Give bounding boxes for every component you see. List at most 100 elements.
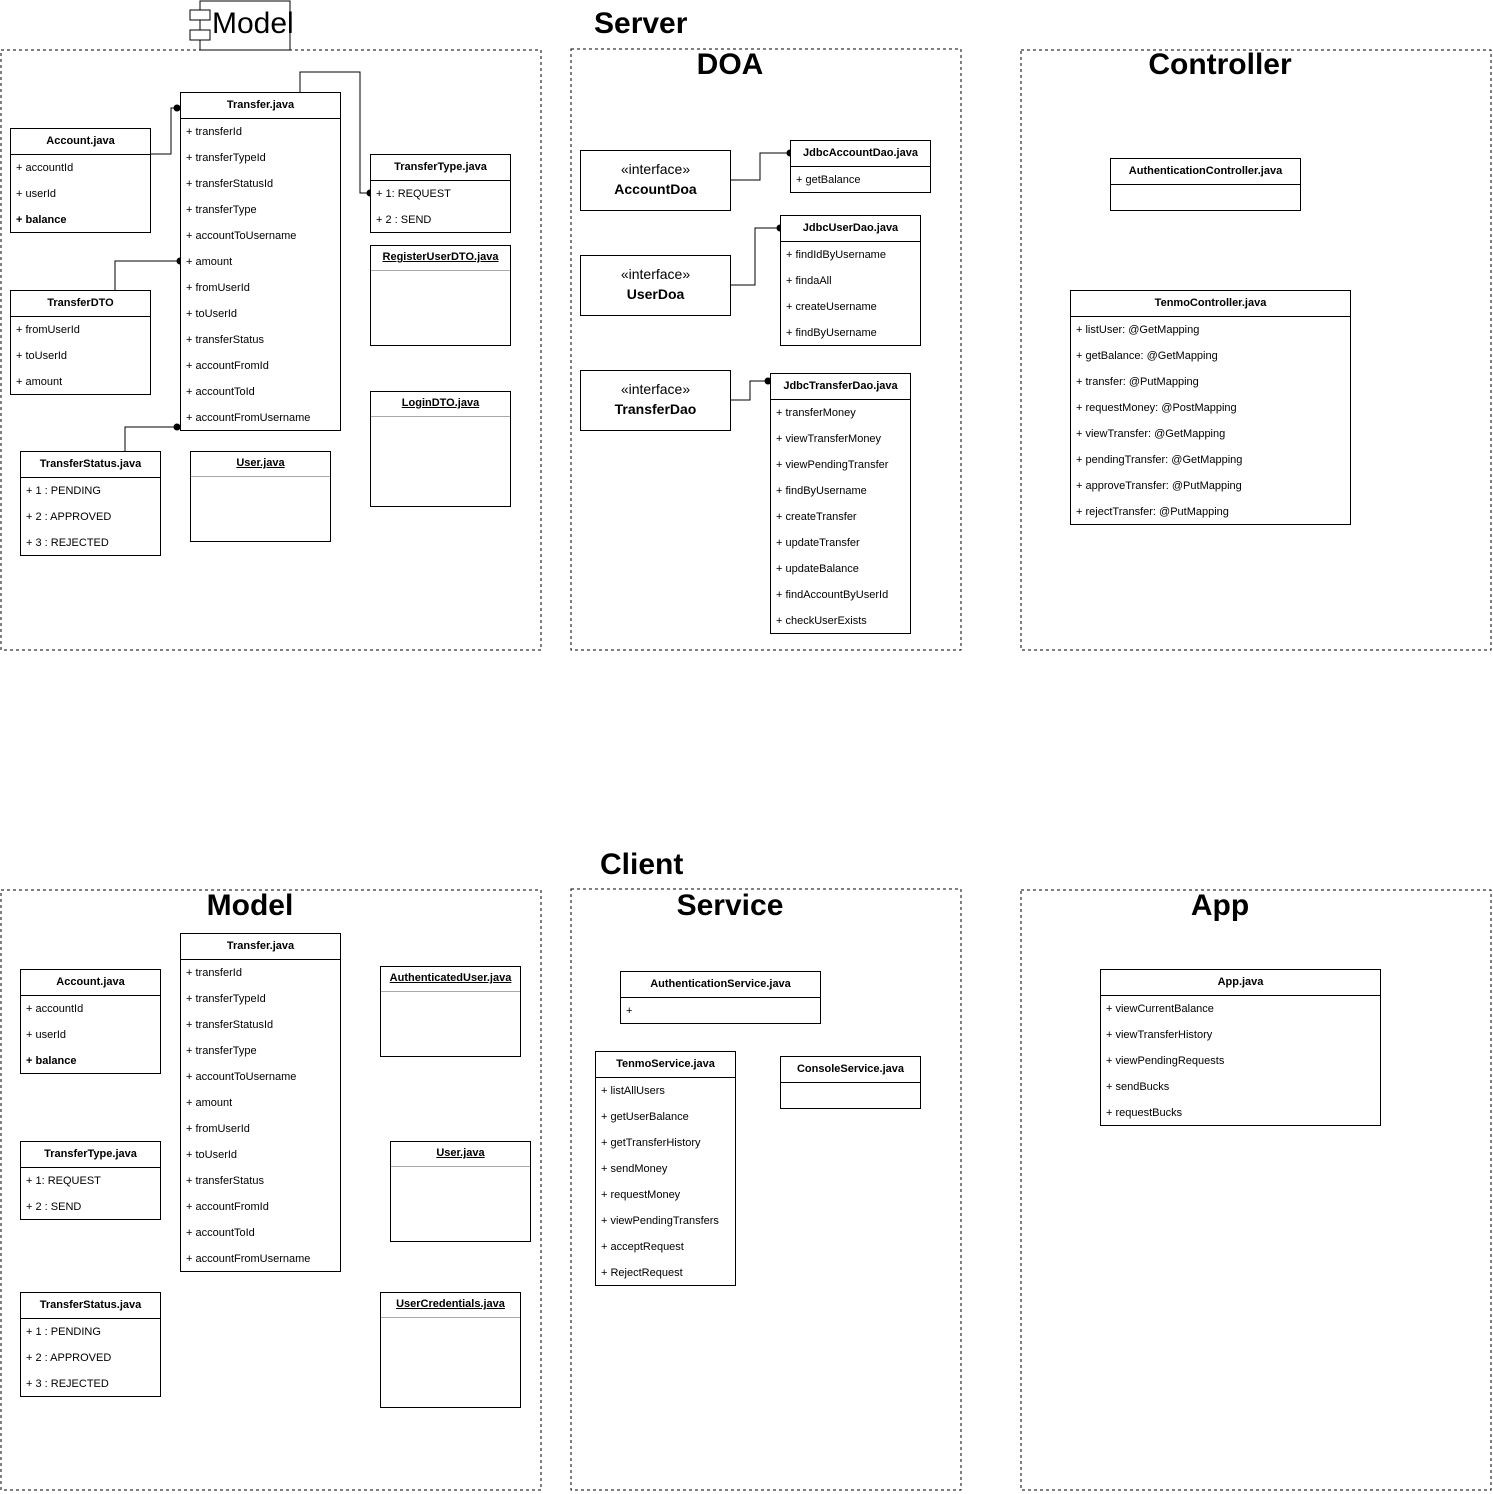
class-attr: + accountId — [26, 1003, 84, 1015]
class-attr: + findaAll — [786, 275, 832, 287]
class-account[interactable]: Account.java + accountId + userId + bala… — [10, 128, 151, 233]
server-doa-title: DOA — [696, 48, 764, 81]
class-attr: + transferMoney — [776, 407, 856, 419]
class-attr: + userId — [16, 188, 57, 200]
class-name: TransferStatus.java — [21, 452, 160, 478]
class-attr: + acceptRequest — [601, 1241, 684, 1253]
class-attr: + checkUserExists — [776, 615, 867, 627]
class-name: AuthenticationController.java — [1111, 159, 1300, 185]
class-jdbc-account-dao[interactable]: JdbcAccountDao.java + getBalance — [790, 140, 931, 193]
class-attr: + fromUserId — [186, 1123, 250, 1135]
class-attr: + 3 : REJECTED — [26, 1378, 109, 1390]
class-attr: + transferType — [186, 204, 257, 216]
interface-name: AccountDoa — [614, 181, 697, 197]
class-client-transfer-type[interactable]: TransferType.java + 1: REQUEST + 2 : SEN… — [20, 1141, 161, 1220]
class-attr: + accountFromId — [186, 360, 269, 372]
class-name: TransferDTO — [11, 291, 150, 317]
class-attr: + 2 : SEND — [26, 1201, 82, 1213]
class-attr: + findAccountByUserId — [776, 589, 889, 601]
interface-account-doa[interactable]: «interface» AccountDoa — [580, 150, 731, 211]
class-client-account[interactable]: Account.java + accountId + userId + bala… — [20, 969, 161, 1074]
class-name: JdbcAccountDao.java — [791, 141, 930, 167]
class-transfer-dto[interactable]: TransferDTO + fromUserId + toUserId + am… — [10, 290, 151, 395]
class-client-transfer[interactable]: Transfer.java + transferId + transferTyp… — [180, 933, 341, 1272]
wire-account-transfer — [150, 107, 181, 155]
class-attr: + updateBalance — [776, 563, 859, 575]
class-tenmo-service[interactable]: TenmoService.java + listAllUsers + getUs… — [595, 1051, 736, 1286]
class-transfer-status[interactable]: TransferStatus.java + 1 : PENDING + 2 : … — [20, 451, 161, 556]
class-client-user[interactable]: User.java — [390, 1141, 531, 1242]
class-attr: + transferId — [186, 126, 242, 138]
class-attr: + amount — [186, 256, 233, 268]
class-attr: + rejectTransfer: @PutMapping — [1076, 506, 1229, 518]
class-name: Transfer.java — [181, 934, 340, 960]
interface-name: UserDoa — [626, 286, 685, 302]
wire-accountdoa-jdbc — [730, 152, 791, 181]
class-attr: + transferStatusId — [186, 178, 274, 190]
class-transfer[interactable]: Transfer.java + transferId + transferTyp… — [180, 92, 341, 431]
class-user[interactable]: User.java — [190, 451, 331, 542]
class-attr: + 1: REQUEST — [26, 1175, 101, 1187]
class-attr: + sendBucks — [1106, 1081, 1170, 1093]
class-attr: + getBalance: @GetMapping — [1076, 350, 1218, 362]
client-model-title: Model — [206, 889, 294, 922]
class-attr: + viewPendingTransfer — [776, 459, 889, 471]
class-attr: + updateTransfer — [776, 537, 860, 549]
class-console-service[interactable]: ConsoleService.java — [780, 1056, 921, 1109]
wire-transferdto-transfer — [114, 260, 181, 290]
class-app[interactable]: App.java + viewCurrentBalance + viewTran… — [1100, 969, 1381, 1126]
class-authentication-service[interactable]: AuthenticationService.java + — [620, 971, 821, 1024]
class-attr: + userId — [26, 1029, 67, 1041]
class-authentication-controller[interactable]: AuthenticationController.java — [1110, 158, 1301, 211]
class-name: ConsoleService.java — [781, 1057, 920, 1083]
class-name: Transfer.java — [181, 93, 340, 119]
class-attr: + toUserId — [186, 308, 238, 320]
class-attr: + listAllUsers — [601, 1085, 665, 1097]
class-jdbc-transfer-dao[interactable]: JdbcTransferDao.java + transferMoney + v… — [770, 373, 911, 634]
class-attr: + accountFromId — [186, 1201, 269, 1213]
class-attr: + transferStatus — [186, 334, 264, 346]
class-attr: + balance — [16, 214, 67, 226]
class-jdbc-user-dao[interactable]: JdbcUserDao.java + findIdByUsername + fi… — [780, 215, 921, 346]
class-attr: + transferTypeId — [186, 152, 266, 164]
client-service-title: Service — [676, 889, 784, 922]
wire-transferdao-jdbc — [730, 380, 771, 401]
class-attr: + accountToId — [186, 1227, 255, 1239]
class-attr: + pendingTransfer: @GetMapping — [1076, 454, 1243, 466]
class-attr: + 1 : PENDING — [26, 485, 101, 497]
class-name: JdbcTransferDao.java — [771, 374, 910, 400]
class-tenmo-controller[interactable]: TenmoController.java + listUser: @GetMap… — [1070, 290, 1351, 525]
class-attr: + 1: REQUEST — [376, 188, 451, 200]
class-name: UserCredentials.java — [381, 1293, 520, 1318]
class-attr: + getBalance — [796, 174, 861, 186]
class-name: TenmoController.java — [1071, 291, 1350, 317]
class-attr: + transferTypeId — [186, 993, 266, 1005]
stereotype-label: «interface» — [620, 266, 691, 282]
class-register-user-dto[interactable]: RegisterUserDTO.java — [370, 245, 511, 346]
class-client-transfer-status[interactable]: TransferStatus.java + 1 : PENDING + 2 : … — [20, 1292, 161, 1397]
class-name: LoginDTO.java — [371, 392, 510, 417]
class-attr: + 2 : APPROVED — [26, 1352, 112, 1364]
class-name: RegisterUserDTO.java — [371, 246, 510, 271]
class-name: User.java — [191, 452, 330, 477]
class-attr: + transferType — [186, 1045, 257, 1057]
client-app-title: App — [1190, 889, 1250, 922]
interface-transfer-dao[interactable]: «interface» TransferDao — [580, 370, 731, 431]
class-attr: + viewCurrentBalance — [1106, 1003, 1214, 1015]
class-login-dto[interactable]: LoginDTO.java — [370, 391, 511, 507]
interface-user-doa[interactable]: «interface» UserDoa — [580, 255, 731, 316]
class-attr: + amount — [16, 376, 63, 388]
class-transfer-type[interactable]: TransferType.java + 1: REQUEST + 2 : SEN… — [370, 154, 511, 233]
class-attr: + findByUsername — [786, 327, 877, 339]
wire-userdoa-jdbc — [730, 227, 781, 286]
class-name: TransferType.java — [371, 155, 510, 181]
class-name: AuthenticationService.java — [621, 972, 820, 998]
class-authenticated-user[interactable]: AuthenticatedUser.java — [380, 966, 521, 1057]
class-attr: + fromUserId — [186, 282, 250, 294]
class-name: JdbcUserDao.java — [781, 216, 920, 242]
class-attr: + createTransfer — [776, 511, 857, 523]
server-title: Server — [594, 7, 688, 40]
class-attr: + viewPendingTransfers — [601, 1215, 719, 1227]
class-user-credentials[interactable]: UserCredentials.java — [380, 1292, 521, 1408]
class-attr: + findByUsername — [776, 485, 867, 497]
